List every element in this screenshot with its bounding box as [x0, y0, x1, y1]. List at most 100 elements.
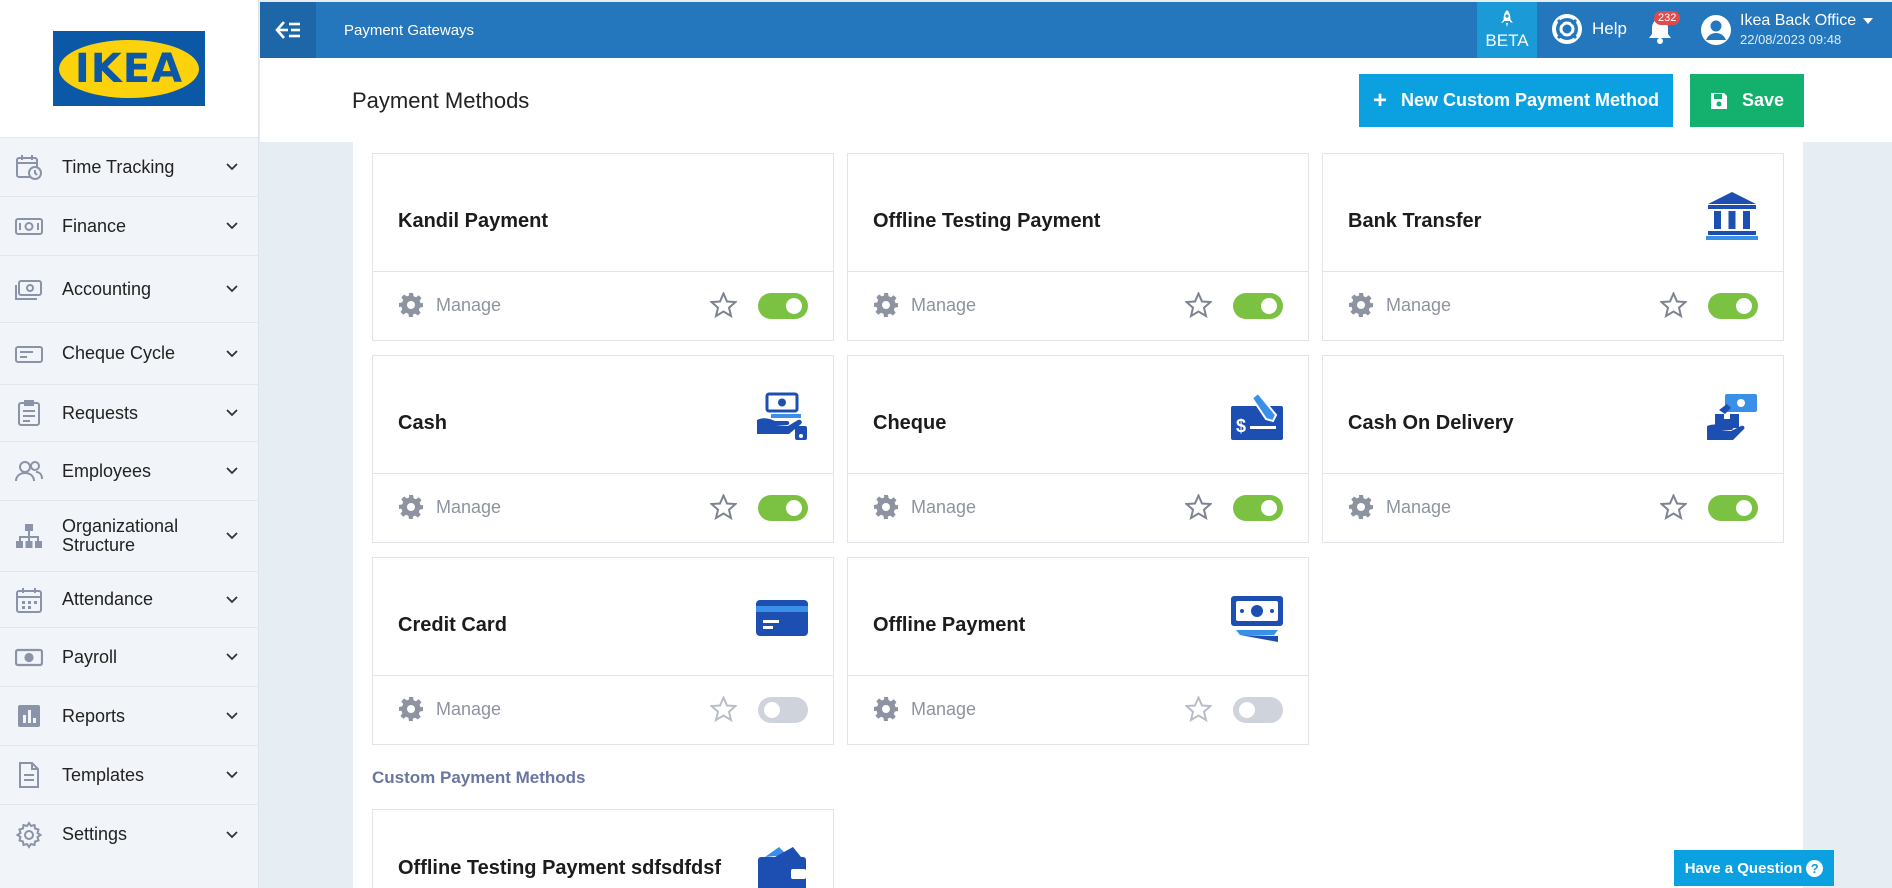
enable-toggle[interactable] [1708, 293, 1758, 319]
svg-text:$: $ [1236, 416, 1246, 436]
chevron-down-icon [226, 409, 238, 417]
payroll-icon [14, 642, 44, 672]
star-favorite-icon[interactable] [1660, 494, 1687, 520]
sidebar-item-label: Requests [62, 402, 139, 423]
sidebar-item-employees[interactable]: Employees [0, 442, 258, 501]
chevron-down-icon [226, 222, 238, 230]
sidebar-item-organizational-structure[interactable]: Organizational Structure [0, 501, 258, 572]
save-button[interactable]: Save [1690, 74, 1804, 127]
chevron-down-icon [226, 712, 238, 720]
manage-button[interactable]: Manage [873, 292, 976, 318]
manage-button[interactable]: Manage [1348, 292, 1451, 318]
manage-button[interactable]: Manage [398, 696, 501, 722]
enable-toggle[interactable] [1708, 495, 1758, 521]
manage-button[interactable]: Manage [1348, 494, 1451, 520]
enable-toggle[interactable] [758, 293, 808, 319]
payment-card-offline-testing: Offline Testing Payment Manage [847, 153, 1309, 341]
sidebar-item-reports[interactable]: Reports [0, 687, 258, 746]
sidebar-item-requests[interactable]: Requests [0, 385, 258, 442]
star-favorite-icon[interactable] [710, 292, 737, 318]
manage-label: Manage [1386, 496, 1452, 517]
enable-toggle[interactable] [1233, 697, 1283, 723]
manage-button[interactable]: Manage [873, 696, 976, 722]
question-mark-icon: ? [1806, 859, 1824, 877]
page-title: Payment Methods [352, 88, 530, 113]
enable-toggle[interactable] [1233, 293, 1283, 319]
star-favorite-icon[interactable] [710, 494, 737, 520]
sidebar-item-label: Attendance [62, 589, 154, 609]
new-custom-payment-method-button[interactable]: + New Custom Payment Method [1359, 74, 1673, 127]
custom-payment-methods-title: Custom Payment Methods [372, 768, 586, 787]
star-favorite-icon[interactable] [1185, 494, 1212, 520]
manage-button[interactable]: Manage [873, 494, 976, 520]
templates-icon [14, 760, 44, 790]
wallet-icon [758, 847, 806, 888]
toggle-knob [764, 702, 780, 718]
chevron-down-icon [226, 532, 238, 540]
sidebar-item-cheque-cycle[interactable]: Cheque Cycle [0, 323, 258, 385]
manage-button[interactable]: Manage [398, 494, 501, 520]
toggle-knob [1239, 702, 1255, 718]
user-avatar-icon [1701, 14, 1731, 45]
sidebar-item-time-tracking[interactable]: Time Tracking [0, 138, 258, 197]
star-favorite-icon[interactable] [1185, 292, 1212, 318]
sidebar-item-payroll[interactable]: Payroll [0, 628, 258, 687]
chevron-down-icon [226, 467, 238, 475]
star-favorite-icon[interactable] [710, 696, 737, 722]
sidebar-item-templates[interactable]: Templates [0, 746, 258, 805]
sidebar-item-attendance[interactable]: Attendance [0, 572, 258, 628]
enable-toggle[interactable] [758, 697, 808, 723]
user-menu[interactable]: Ikea Back Office 22/08/2023 09:48 [1700, 12, 1874, 47]
sidebar-item-label: Payroll [62, 646, 118, 667]
payment-card-cheque: Cheque $ Manage [847, 355, 1309, 543]
payment-method-name: Credit Card [398, 614, 507, 636]
gear-icon [399, 697, 423, 721]
top-bar: Payment Gateways BETA Help 232 Ikea Back… [260, 2, 1892, 58]
user-name: Ikea Back Office [1740, 12, 1857, 29]
ikea-logo[interactable]: IKEA [53, 31, 205, 106]
payment-method-name: Cash On Delivery [1348, 412, 1514, 434]
sidebar-item-label: Finance [62, 215, 127, 236]
requests-icon [14, 398, 44, 428]
chevron-down-icon [226, 653, 238, 661]
enable-toggle[interactable] [1233, 495, 1283, 521]
payment-method-name: Bank Transfer [1348, 210, 1482, 232]
star-favorite-icon[interactable] [1660, 292, 1687, 318]
manage-label: Manage [436, 698, 502, 719]
sidebar-item-settings[interactable]: Settings [0, 805, 258, 864]
lifebuoy-icon [1552, 14, 1582, 44]
manage-button[interactable]: Manage [398, 292, 501, 318]
save-button-label: Save [1741, 90, 1785, 110]
enable-toggle[interactable] [758, 495, 808, 521]
sidebar-item-accounting[interactable]: Accounting [0, 256, 258, 323]
toggle-knob [1261, 298, 1277, 314]
credit-card-icon [756, 600, 808, 636]
payment-method-name: Offline Testing Payment [873, 210, 1101, 232]
arrow-left-icon [275, 21, 300, 39]
manage-label: Manage [436, 496, 502, 517]
chevron-down-icon [226, 285, 238, 293]
gear-icon [1349, 293, 1373, 317]
sidebar-item-label: Employees [62, 460, 152, 481]
gear-icon [1349, 495, 1373, 519]
gear-icon [874, 495, 898, 519]
toggle-knob [786, 298, 802, 314]
sidebar-item-finance[interactable]: Finance [0, 197, 258, 256]
have-a-question-button[interactable]: Have a Question ? [1674, 850, 1834, 886]
help-button[interactable]: Help [1552, 14, 1627, 44]
beta-button[interactable]: BETA [1477, 2, 1537, 58]
sidebar-item-label: Settings [62, 824, 128, 844]
offline-payment-icon [1231, 596, 1283, 642]
gear-icon [399, 495, 423, 519]
toggle-knob [1736, 298, 1752, 314]
collapse-sidebar-button[interactable] [260, 2, 316, 58]
gear-icon [874, 697, 898, 721]
sidebar-item-label: Time Tracking [62, 156, 175, 177]
payment-card-kandil: Kandil Payment Manage [372, 153, 834, 341]
chevron-down-icon [226, 595, 238, 603]
beta-label: BETA [1485, 31, 1529, 50]
star-favorite-icon[interactable] [1185, 696, 1212, 722]
notification-badge: 232 [1654, 11, 1681, 25]
new-button-label: New Custom Payment Method [1400, 90, 1660, 110]
sidebar: IKEA Time Tracking Finance Accounting Ch… [0, 0, 259, 888]
